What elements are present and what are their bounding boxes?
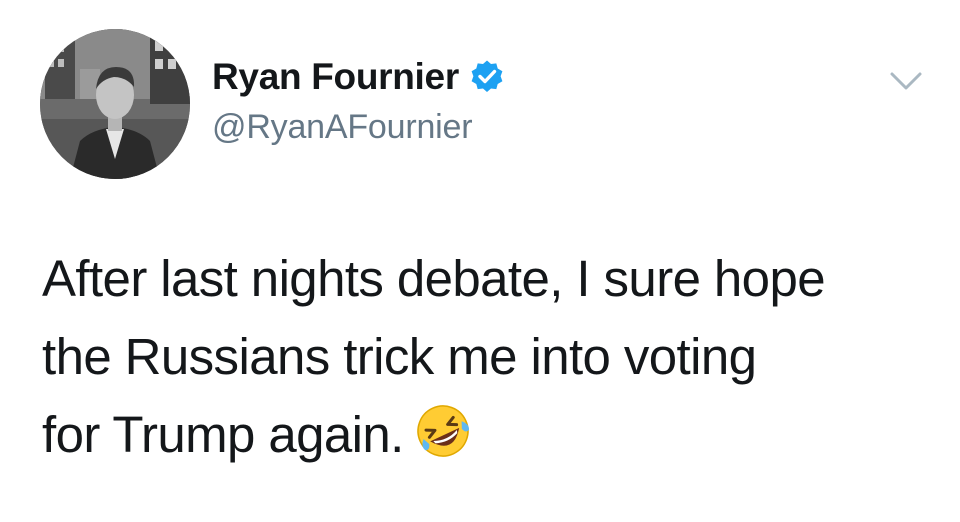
tweet-text-line: the Russians trick me into voting (42, 328, 757, 385)
tweet-text-line: After last nights debate, I sure hope (42, 250, 826, 307)
profile-photo-icon (40, 29, 190, 179)
display-name[interactable]: Ryan Fournier (212, 56, 459, 98)
avatar[interactable] (40, 29, 190, 179)
tweet-text-line-content: for Trump again. (42, 406, 404, 463)
tweet-text: After last nights debate, I sure hope th… (42, 240, 942, 474)
handle[interactable]: @RyanAFournier (212, 108, 473, 147)
tweet-text-line-last: for Trump again. (42, 396, 942, 474)
rolling-on-the-floor-laughing-icon (417, 405, 469, 457)
author-name-row[interactable]: Ryan Fournier (212, 52, 505, 102)
verified-badge-icon (471, 60, 503, 92)
chevron-down-icon[interactable] (888, 67, 924, 95)
tweet-card: Ryan Fournier @RyanAFournier After last … (0, 0, 960, 522)
